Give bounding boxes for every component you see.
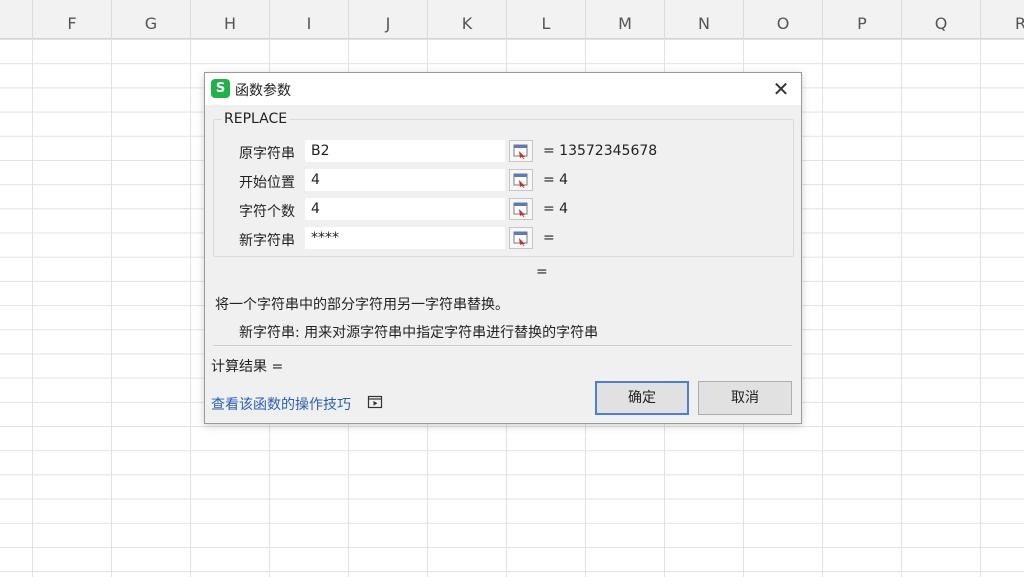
wps-spreadsheet-app-icon: S [211,79,230,98]
grid-line [111,39,112,577]
dialog-title: 函数参数 [235,83,291,99]
param-result-old-text: = 13572345678 [543,143,658,159]
column-header-f[interactable]: F [32,0,111,38]
divider [213,345,792,346]
column-header-n[interactable]: N [664,0,743,38]
range-select-button[interactable] [509,198,533,220]
range-select-button[interactable] [509,140,533,162]
column-header-q[interactable]: Q [901,0,980,38]
param-label-old-text: 原字符串 [239,146,295,162]
column-header-g[interactable]: G [111,0,190,38]
param-result-new-text: = [543,230,555,246]
grid-line [190,39,191,577]
param-result-start-num: = 4 [543,172,569,188]
grid-line [901,39,902,577]
dialog-titlebar[interactable]: S 函数参数 ✕ [205,73,801,105]
range-select-button[interactable] [509,169,533,191]
param-input-new-text[interactable]: **** [305,227,505,249]
function-name-label: REPLACE [222,111,290,127]
function-result-equals: = [536,264,548,280]
calculation-result: 计算结果 = [211,359,284,375]
function-help-link[interactable]: 查看该函数的操作技巧 [211,394,351,414]
column-header-l[interactable]: L [506,0,585,38]
column-header-p[interactable]: P [822,0,901,38]
column-header-i[interactable]: I [269,0,348,38]
grid-line [822,39,823,577]
param-input-start-num[interactable]: 4 [305,169,505,191]
grid-line [980,39,981,577]
parameter-description: 新字符串: 用来对源字符串中指定字符串进行替换的字符串 [239,325,599,341]
ok-button[interactable]: 确定 [595,381,689,415]
column-header-h[interactable]: H [190,0,269,38]
param-label-num-chars: 字符个数 [239,204,295,220]
range-select-icon [513,173,528,188]
column-header-j[interactable]: J [348,0,427,38]
range-select-icon [513,231,528,246]
range-select-icon [513,144,528,159]
range-select-icon [513,202,528,217]
param-input-num-chars[interactable]: 4 [305,198,505,220]
grid-line [32,39,33,577]
param-label-new-text: 新字符串 [239,233,295,249]
column-header-bar: F G H I J K L M N O P Q R [0,0,1024,39]
param-result-num-chars: = 4 [543,201,569,217]
column-header-k[interactable]: K [427,0,506,38]
function-description: 将一个字符串中的部分字符用另一字符串替换。 [215,297,509,313]
cancel-button[interactable]: 取消 [698,381,792,415]
video-tutorial-icon[interactable] [367,394,383,410]
column-header-r[interactable]: R [980,0,1024,38]
param-label-start-num: 开始位置 [239,175,295,191]
close-icon[interactable]: ✕ [769,77,793,101]
function-arguments-dialog: S 函数参数 ✕ REPLACE 原字符串 B2 = 13572345678 开… [204,72,802,424]
column-header-m[interactable]: M [585,0,664,38]
range-select-button[interactable] [509,227,533,249]
param-input-old-text[interactable]: B2 [305,140,505,162]
column-header-o[interactable]: O [743,0,822,38]
